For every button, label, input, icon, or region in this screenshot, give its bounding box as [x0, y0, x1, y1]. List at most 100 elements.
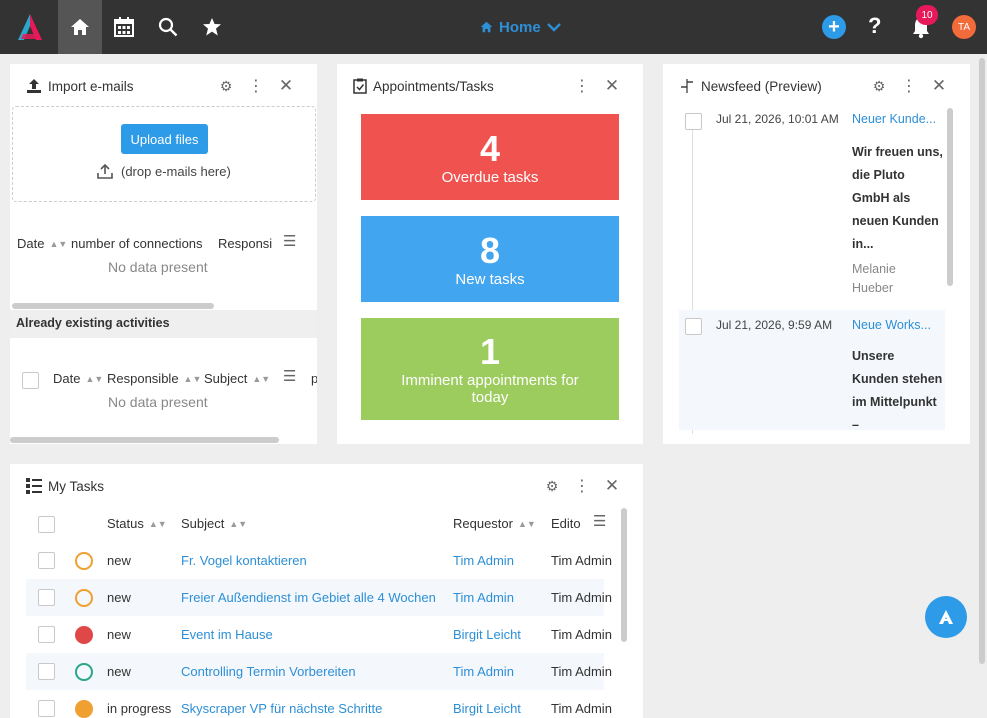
avatar[interactable]: TA — [952, 15, 976, 39]
chevron-down-icon — [546, 23, 561, 32]
tile-label: Imminent appointments for today — [401, 372, 579, 406]
help-button[interactable]: ? — [868, 13, 881, 39]
row-checkbox[interactable] — [38, 589, 55, 606]
horizontal-scrollbar[interactable] — [10, 437, 279, 443]
status-open-icon — [75, 588, 93, 607]
task-subject-link[interactable]: Freier Außendienst im Gebiet alle 4 Woch… — [181, 590, 436, 605]
task-requestor-link[interactable]: Birgit Leicht — [453, 701, 521, 716]
task-subject-link[interactable]: Fr. Vogel kontaktieren — [181, 553, 307, 568]
more-vertical-icon[interactable]: ⋮ — [246, 76, 266, 96]
select-all-checkbox[interactable] — [22, 372, 39, 389]
column-menu-icon[interactable]: ☰ — [283, 232, 296, 250]
close-icon[interactable]: ✕ — [602, 476, 622, 496]
no-data-message: No data present — [108, 259, 208, 275]
news-item[interactable]: Jul 21, 2026, 9:59 AM Neue Works... Unse… — [679, 310, 945, 432]
gear-icon[interactable]: ⚙ — [216, 76, 236, 96]
dashboard-selector[interactable]: Home — [480, 0, 561, 54]
sort-icon: ▲▼ — [252, 373, 271, 384]
import-emails-panel: Import e-mails ⚙ ⋮ ✕ Upload files (drop … — [10, 64, 317, 444]
add-button[interactable]: + — [822, 15, 846, 39]
row-checkbox[interactable] — [38, 552, 55, 569]
close-icon[interactable]: ✕ — [602, 76, 622, 96]
email-dropzone[interactable]: Upload files (drop e-mails here) — [12, 106, 316, 202]
close-icon[interactable]: ✕ — [929, 76, 949, 96]
table-row[interactable]: new Event im Hause Birgit Leicht Tim Adm… — [26, 616, 612, 653]
news-checkbox[interactable] — [685, 113, 702, 130]
page-vertical-scrollbar[interactable] — [979, 58, 985, 664]
imminent-appointments-tile[interactable]: 1 Imminent appointments for today — [361, 318, 619, 420]
row-checkbox[interactable] — [38, 700, 55, 717]
news-link[interactable]: Neue Works... — [852, 318, 931, 332]
row-checkbox[interactable] — [38, 663, 55, 680]
task-editor: Tim Admin — [551, 701, 612, 716]
news-link[interactable]: Neuer Kunde... — [852, 112, 936, 126]
home-nav-button[interactable] — [58, 0, 102, 54]
task-status: in progress — [107, 701, 172, 716]
column-header-connections[interactable]: number of connections — [71, 236, 203, 251]
task-subject-link[interactable]: Controlling Termin Vorbereiten — [181, 664, 356, 679]
column-header-responsible[interactable]: Responsi — [218, 236, 272, 251]
sort-icon: ▲▼ — [183, 373, 202, 384]
column-header-date[interactable]: Date ▲▼ — [17, 236, 67, 251]
panel-title: Import e-mails — [48, 78, 134, 94]
overdue-tasks-tile[interactable]: 4 Overdue tasks — [361, 114, 619, 200]
table-row[interactable]: new Fr. Vogel kontaktieren Tim Admin Tim… — [26, 542, 612, 579]
column-header-requestor[interactable]: Requestor ▲▼ — [453, 516, 536, 531]
column-menu-icon[interactable]: ☰ — [593, 512, 606, 530]
new-tasks-tile[interactable]: 8 New tasks — [361, 216, 619, 302]
column-header-editor[interactable]: Edito — [551, 516, 581, 531]
plus-icon: + — [828, 16, 840, 38]
gear-icon[interactable]: ⚙ — [869, 76, 889, 96]
tile-count: 1 — [479, 331, 501, 372]
more-vertical-icon[interactable]: ⋮ — [572, 76, 592, 96]
select-all-checkbox[interactable] — [38, 516, 55, 533]
app-logo-icon[interactable] — [8, 0, 52, 54]
my-tasks-panel: My Tasks ⚙ ⋮ ✕ Status ▲▼ Subject ▲▼ Reques… — [10, 464, 643, 718]
gear-icon[interactable]: ⚙ — [542, 476, 562, 496]
task-subject-link[interactable]: Event im Hause — [181, 627, 273, 642]
clipboard-check-icon — [353, 78, 367, 94]
no-data-message: No data present — [108, 394, 208, 410]
task-status: new — [107, 664, 131, 679]
vertical-scrollbar[interactable] — [947, 108, 953, 286]
home-icon — [71, 19, 89, 35]
column-header-responsible[interactable]: Responsible ▲▼ — [107, 371, 201, 386]
column-header-subject[interactable]: Subject ▲▼ — [204, 371, 270, 386]
table-row[interactable]: new Controlling Termin Vorbereiten Tim A… — [26, 653, 612, 690]
task-requestor-link[interactable]: Birgit Leicht — [453, 627, 521, 642]
upload-files-button[interactable]: Upload files — [121, 124, 208, 154]
tile-count: 4 — [479, 127, 501, 169]
column-header-date[interactable]: Date ▲▼ — [53, 371, 103, 386]
news-checkbox[interactable] — [685, 318, 702, 335]
assistant-button[interactable] — [925, 596, 967, 638]
search-nav-button[interactable] — [146, 0, 190, 54]
task-status: new — [107, 590, 131, 605]
table-row[interactable]: in progress Skyscraper VP für nächste Sc… — [26, 690, 612, 718]
news-date: Jul 21, 2026, 9:59 AM — [716, 318, 833, 332]
more-vertical-icon[interactable]: ⋮ — [572, 476, 592, 496]
row-checkbox[interactable] — [38, 626, 55, 643]
news-item[interactable]: Jul 21, 2026, 10:01 AM Neuer Kunde... Wi… — [679, 112, 945, 302]
more-vertical-icon[interactable]: ⋮ — [899, 76, 919, 96]
task-requestor-link[interactable]: Tim Admin — [453, 553, 514, 568]
sort-icon: ▲▼ — [49, 238, 68, 249]
vertical-scrollbar[interactable] — [621, 508, 627, 642]
section-title: Already existing activities — [10, 310, 317, 338]
calendar-nav-button[interactable] — [102, 0, 146, 54]
task-requestor-link[interactable]: Tim Admin — [453, 664, 514, 679]
table-row[interactable]: new Freier Außendienst im Gebiet alle 4 … — [26, 579, 612, 616]
panel-title: Appointments/Tasks — [373, 78, 494, 94]
sort-icon: ▲▼ — [517, 518, 536, 529]
task-subject-link[interactable]: Skyscraper VP für nächste Schritte — [181, 701, 382, 716]
column-menu-icon[interactable]: ☰ — [283, 367, 296, 385]
drop-hint: (drop e-mails here) — [97, 163, 231, 179]
close-icon[interactable]: ✕ — [276, 76, 296, 96]
horizontal-scrollbar[interactable] — [12, 303, 214, 309]
dashboard-title: Home — [499, 18, 541, 36]
column-header-subject[interactable]: Subject ▲▼ — [181, 516, 247, 531]
task-requestor-link[interactable]: Tim Admin — [453, 590, 514, 605]
top-bar: Home + ? 10 TA — [0, 0, 987, 54]
favorites-nav-button[interactable] — [190, 0, 234, 54]
column-header-status[interactable]: Status ▲▼ — [107, 516, 167, 531]
task-editor: Tim Admin — [551, 590, 612, 605]
